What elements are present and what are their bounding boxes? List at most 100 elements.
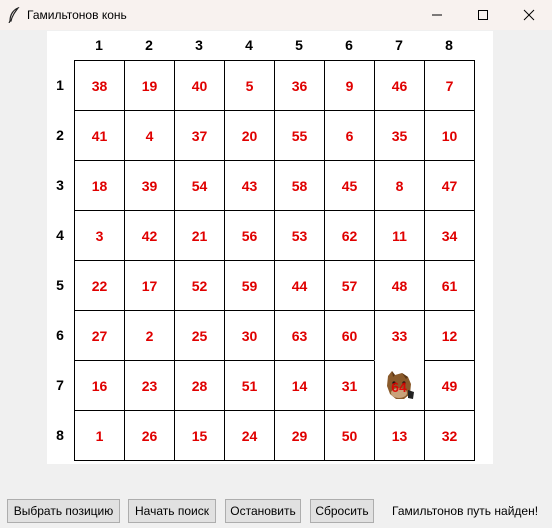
board-cell[interactable]: 10 <box>424 110 475 161</box>
row-header: 2 <box>56 127 64 143</box>
board-cell[interactable]: 2 <box>124 310 175 361</box>
board-cell[interactable]: 16 <box>74 360 125 411</box>
move-number: 56 <box>241 227 258 244</box>
board-cell[interactable]: 7 <box>424 60 475 111</box>
board-cell[interactable]: 63 <box>274 310 325 361</box>
board-cell[interactable]: 21 <box>174 210 225 261</box>
board-cell[interactable]: 58 <box>274 160 325 211</box>
board-cell[interactable]: 45 <box>324 160 375 211</box>
board-cell[interactable]: 60 <box>324 310 375 361</box>
move-number: 28 <box>191 377 208 394</box>
column-header: 1 <box>95 37 103 53</box>
board-cell[interactable]: 44 <box>274 260 325 311</box>
board-cell[interactable]: 51 <box>224 360 275 411</box>
move-number: 21 <box>191 227 208 244</box>
board-cell[interactable]: 57 <box>324 260 375 311</box>
move-number: 53 <box>291 227 308 244</box>
board-cell[interactable]: 1 <box>74 410 125 461</box>
move-number: 22 <box>91 277 108 294</box>
close-button[interactable] <box>506 0 552 30</box>
board-cell[interactable]: 23 <box>124 360 175 411</box>
move-number: 39 <box>141 177 158 194</box>
move-number: 7 <box>445 77 454 94</box>
board-cell[interactable]: 37 <box>174 110 225 161</box>
board-cell[interactable]: 26 <box>124 410 175 461</box>
board-cell[interactable]: 40 <box>174 60 225 111</box>
board-cell[interactable]: 24 <box>224 410 275 461</box>
board-cell[interactable]: 19 <box>124 60 175 111</box>
board-cell[interactable]: 48 <box>374 260 425 311</box>
reset-button[interactable]: Сбросить <box>310 499 374 523</box>
board-cell[interactable]: 62 <box>324 210 375 261</box>
move-number: 38 <box>91 77 108 94</box>
board-cell[interactable]: 54 <box>174 160 225 211</box>
select-position-button[interactable]: Выбрать позицию <box>7 499 120 523</box>
board-cell[interactable]: 22 <box>74 260 125 311</box>
board-cell[interactable]: 53 <box>274 210 325 261</box>
board-cell[interactable]: 43 <box>224 160 275 211</box>
board-cell[interactable]: 47 <box>424 160 475 211</box>
board-cell[interactable]: 34 <box>424 210 475 261</box>
board-cell[interactable]: 41 <box>74 110 125 161</box>
board-cell[interactable]: 52 <box>174 260 225 311</box>
board-cell[interactable]: 30 <box>224 310 275 361</box>
board-cell[interactable]: 3 <box>74 210 125 261</box>
move-number: 12 <box>441 327 458 344</box>
board-cell[interactable]: 15 <box>174 410 225 461</box>
board-cell[interactable]: 32 <box>424 410 475 461</box>
move-number: 15 <box>191 427 208 444</box>
board-cell[interactable]: 11 <box>374 210 425 261</box>
maximize-button[interactable] <box>460 0 506 30</box>
move-number: 4 <box>145 127 154 144</box>
start-search-button[interactable]: Начать поиск <box>128 499 216 523</box>
column-header: 6 <box>345 37 353 53</box>
board-cell[interactable]: 5 <box>224 60 275 111</box>
board-cell[interactable]: 56 <box>224 210 275 261</box>
board-cell[interactable]: 13 <box>374 410 425 461</box>
board-cell[interactable]: 20 <box>224 110 275 161</box>
board-cell[interactable]: 29 <box>274 410 325 461</box>
board-cell[interactable]: 35 <box>374 110 425 161</box>
board-cell[interactable]: 17 <box>124 260 175 311</box>
board-cell[interactable]: 33 <box>374 310 425 361</box>
move-number: 20 <box>241 127 258 144</box>
move-number: 48 <box>391 277 408 294</box>
move-number: 33 <box>391 327 408 344</box>
board-cell[interactable]: 39 <box>124 160 175 211</box>
board-cell[interactable]: 49 <box>424 360 475 411</box>
board-cell[interactable]: 18 <box>74 160 125 211</box>
board-cell[interactable]: 9 <box>324 60 375 111</box>
board-cell[interactable]: 4 <box>124 110 175 161</box>
board-cell[interactable]: 14 <box>274 360 325 411</box>
board-cell[interactable]: 31 <box>324 360 375 411</box>
move-number: 5 <box>245 77 254 94</box>
board-cell[interactable]: 8 <box>374 160 425 211</box>
stop-button[interactable]: Остановить <box>225 499 301 523</box>
board-cell[interactable]: 36 <box>274 60 325 111</box>
move-number: 23 <box>141 377 158 394</box>
column-header: 7 <box>395 37 403 53</box>
board-cell[interactable]: 12 <box>424 310 475 361</box>
move-number: 9 <box>345 77 354 94</box>
minimize-button[interactable] <box>414 0 460 30</box>
board-cell[interactable]: 42 <box>124 210 175 261</box>
board-cell[interactable]: 50 <box>324 410 375 461</box>
move-number: 40 <box>191 77 208 94</box>
maximize-icon <box>478 10 488 20</box>
board-cell[interactable]: 6 <box>324 110 375 161</box>
board-cell[interactable]: 25 <box>174 310 225 361</box>
move-number: 41 <box>91 127 108 144</box>
move-number: 45 <box>341 177 358 194</box>
row-header: 6 <box>56 327 64 343</box>
board-cell[interactable]: 61 <box>424 260 475 311</box>
row-header: 1 <box>56 77 64 93</box>
close-icon <box>523 9 535 21</box>
move-number: 16 <box>91 377 108 394</box>
board-cell[interactable]: 27 <box>74 310 125 361</box>
board-cell[interactable]: 55 <box>274 110 325 161</box>
board-cell[interactable]: 38 <box>74 60 125 111</box>
board-cell[interactable]: 59 <box>224 260 275 311</box>
board-cell[interactable]: 28 <box>174 360 225 411</box>
move-number: 59 <box>241 277 258 294</box>
board-cell[interactable]: 46 <box>374 60 425 111</box>
